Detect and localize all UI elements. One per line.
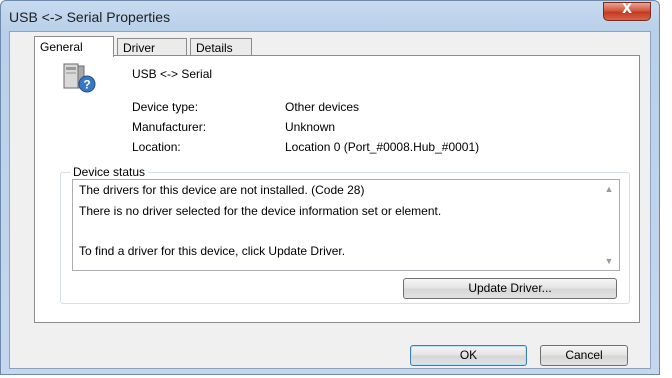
device-status-legend: Device status [70,165,149,179]
device-name: USB <-> Serial [132,67,213,81]
close-icon: X [621,2,633,17]
ok-button[interactable]: OK [410,345,527,366]
device-status-textbox[interactable]: The drivers for this device are not inst… [72,179,620,271]
usb-serial-unknown-device-icon: ? [63,63,96,93]
tab-driver-label: Driver [123,41,155,55]
device-type-label: Device type: [132,100,199,114]
manufacturer-label: Manufacturer: [132,120,207,134]
status-line-update-hint: To find a driver for this device, click … [79,244,346,258]
svg-text:?: ? [83,78,90,92]
location-value: Location 0 (Port_#0008.Hub_#0001) [285,140,480,154]
window-title: USB <-> Serial Properties [9,9,171,25]
tab-details-label: Details [196,41,233,55]
status-line-code: The drivers for this device are not inst… [79,183,365,197]
location-label: Location: [132,140,181,154]
close-button[interactable]: X [603,2,651,21]
cancel-button[interactable]: Cancel [540,345,628,366]
tab-driver[interactable]: Driver [117,38,187,56]
tab-general-label: General [40,40,83,54]
device-type-value: Other devices [285,100,360,114]
update-driver-button[interactable]: Update Driver... [403,278,617,299]
tab-details[interactable]: Details [190,38,252,56]
scroll-down-arrow-icon[interactable]: ▼ [603,256,615,266]
scroll-up-arrow-icon[interactable]: ▲ [603,184,615,194]
tab-general[interactable]: General [34,36,114,57]
manufacturer-value: Unknown [285,120,336,134]
status-line-no-driver: There is no driver selected for the devi… [79,204,442,218]
title-bar[interactable]: USB <-> Serial Properties X [1,1,659,31]
